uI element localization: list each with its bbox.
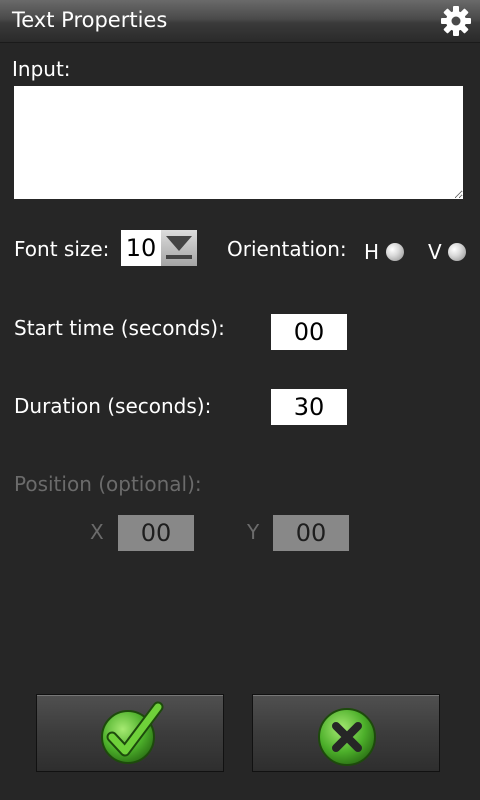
duration-input[interactable]: 30 xyxy=(271,389,347,425)
page-title: Text Properties xyxy=(12,8,168,32)
start-time-label: Start time (seconds): xyxy=(14,316,225,340)
orientation-h-radio[interactable] xyxy=(386,243,404,261)
font-size-dropdown[interactable]: 10 xyxy=(121,230,197,266)
orientation-v-radio[interactable] xyxy=(448,243,466,261)
confirm-button[interactable] xyxy=(36,694,224,772)
chevron-down-icon xyxy=(161,230,197,266)
position-y-label: Y xyxy=(247,520,260,544)
orientation-label: Orientation: xyxy=(227,237,347,261)
position-x-label: X xyxy=(90,520,104,544)
start-time-input[interactable]: 00 xyxy=(271,314,347,350)
position-label: Position (optional): xyxy=(14,472,202,496)
text-input-field[interactable] xyxy=(14,86,463,199)
position-y-input: 00 xyxy=(273,515,349,551)
font-size-label: Font size: xyxy=(14,237,110,261)
checkmark-icon xyxy=(101,701,164,764)
close-icon xyxy=(318,708,376,766)
orientation-h-label: H xyxy=(364,240,380,264)
duration-label: Duration (seconds): xyxy=(14,394,212,418)
input-label: Input: xyxy=(12,57,71,81)
text-properties-screen: Text Properties Input: Font size: 10 Ori… xyxy=(0,0,480,800)
font-size-value: 10 xyxy=(125,234,157,262)
position-x-input: 00 xyxy=(118,515,194,551)
orientation-v-label: V xyxy=(428,240,442,264)
cancel-button[interactable] xyxy=(252,694,440,772)
title-bar: Text Properties xyxy=(0,0,480,43)
gear-icon[interactable] xyxy=(440,5,472,37)
